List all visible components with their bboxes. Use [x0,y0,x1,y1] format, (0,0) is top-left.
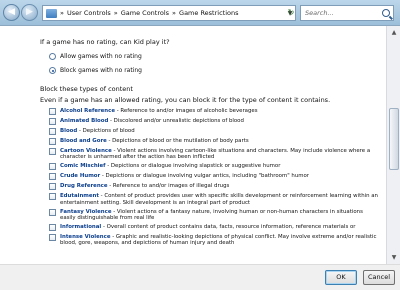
descriptor-name: Comic Mischief [60,163,106,170]
content-descriptor-list: Alcohol Reference - Reference to and/or … [40,108,386,247]
descriptor-desc: - Depictions or dialogue involving slaps… [105,163,281,170]
descriptor-desc: - Discolored and/or unrealistic depictio… [108,118,244,124]
cancel-button[interactable]: Cancel [363,270,395,285]
checkbox[interactable] [49,173,56,181]
block-content-intro: Even if a game has an allowed rating, yo… [40,96,331,104]
refresh-icon[interactable]: ↻ [286,6,296,20]
list-item[interactable]: Alcohol Reference - Reference to and/or … [49,108,386,115]
checkbox[interactable] [49,128,56,135]
radio-allow-no-rating[interactable]: Allow games with no rating [49,53,386,60]
checkbox[interactable] [49,183,56,191]
back-arrow-icon[interactable]: ◀ [3,4,20,21]
control-panel-folder-icon [46,8,57,18]
checkbox[interactable] [49,193,56,201]
checkbox[interactable] [49,208,56,216]
descriptor-desc: - Depictions of blood [77,128,135,134]
checkbox[interactable] [49,108,56,115]
descriptor-desc: - Reference to and/or images of illegal … [107,183,230,190]
list-item[interactable]: Blood and Gore - Depictions of blood or … [49,138,386,145]
scrollbar-thumb[interactable] [389,108,399,170]
breadcrumb-game-restrictions[interactable]: Game Restrictions [179,9,238,17]
checkbox[interactable] [49,138,56,145]
descriptor-desc: - Overall content of product contains da… [101,224,356,231]
list-item[interactable]: Edutainment - Content of product provide… [49,193,386,206]
list-item[interactable]: Crude Humor - Depictions or dialogue inv… [49,173,386,181]
descriptor-name: Crude Humor [60,173,101,180]
search-placeholder: Search... [305,9,334,17]
search-input[interactable]: Search... [300,5,394,21]
descriptor-name: Intense Violence [60,234,111,241]
list-item[interactable]: Informational - Overall content of produ… [49,224,386,232]
ok-button[interactable]: OK [325,270,357,285]
list-item[interactable]: Comic Mischief - Depictions or dialogue … [49,163,386,171]
checkbox[interactable] [49,148,56,155]
forward-arrow-icon[interactable]: ▶ [21,4,38,21]
scroll-up-icon[interactable]: ▲ [388,27,400,38]
radio-block-no-rating[interactable]: Block games with no rating [49,67,386,74]
descriptor-name: Cartoon Violence [60,148,112,154]
checkbox[interactable] [49,234,56,242]
descriptor-name: Informational [60,224,102,231]
game-restrictions-panel: If a game has no rating, can Kid play it… [0,26,386,264]
descriptor-name: Animated Blood [60,118,109,124]
navigation-bar: ◀ ▶ » User Controls » Game Controls » Ga… [0,0,400,26]
descriptor-name: Blood [60,128,78,134]
vertical-scrollbar[interactable]: ▲ ▼ [386,26,400,264]
checkbox[interactable] [49,118,56,125]
breadcrumb-user-controls[interactable]: User Controls [67,9,111,17]
descriptor-name: Drug Reference [60,183,108,190]
radio-label: Block games with no rating [60,67,142,74]
descriptor-name: Blood and Gore [60,138,107,144]
search-icon[interactable] [382,9,390,17]
descriptor-desc: - Depictions or dialogue involving vulga… [100,173,310,180]
descriptor-desc: - Depictions of blood or the mutilation … [106,138,249,144]
address-bar[interactable]: » User Controls » Game Controls » Game R… [42,5,296,21]
checkbox[interactable] [49,224,56,232]
list-item[interactable]: Intense Violence - Graphic and realistic… [49,234,386,246]
radio-button[interactable] [49,53,56,60]
list-item[interactable]: Fantasy Violence - Violent actions of a … [49,208,386,221]
breadcrumb-separator: » [60,9,64,17]
descriptor-name: Fantasy Violence [60,208,112,215]
descriptor-desc: - Content of product provides user with … [60,193,378,206]
breadcrumb-separator: » [172,9,177,17]
list-item[interactable]: Blood - Depictions of blood [49,128,386,135]
list-item[interactable]: Animated Blood - Discolored and/or unrea… [49,118,386,125]
descriptor-desc: - Reference to and/or images of alcoholi… [115,108,258,114]
checkbox[interactable] [49,163,56,171]
radio-button[interactable] [49,67,56,74]
list-item[interactable]: Cartoon Violence - Violent actions invol… [49,148,386,160]
breadcrumb-separator: » [113,9,118,17]
descriptor-name: Edutainment [60,193,99,200]
breadcrumb-game-controls[interactable]: Game Controls [121,9,169,17]
no-rating-question: If a game has no rating, can Kid play it… [40,38,170,46]
block-content-heading: Block these types of content [40,85,133,93]
scroll-down-icon[interactable]: ▼ [388,252,400,263]
list-item[interactable]: Drug Reference - Reference to and/or ima… [49,183,386,191]
dialog-footer: OK Cancel [0,264,400,290]
descriptor-name: Alcohol Reference [60,108,115,114]
radio-label: Allow games with no rating [60,53,142,60]
